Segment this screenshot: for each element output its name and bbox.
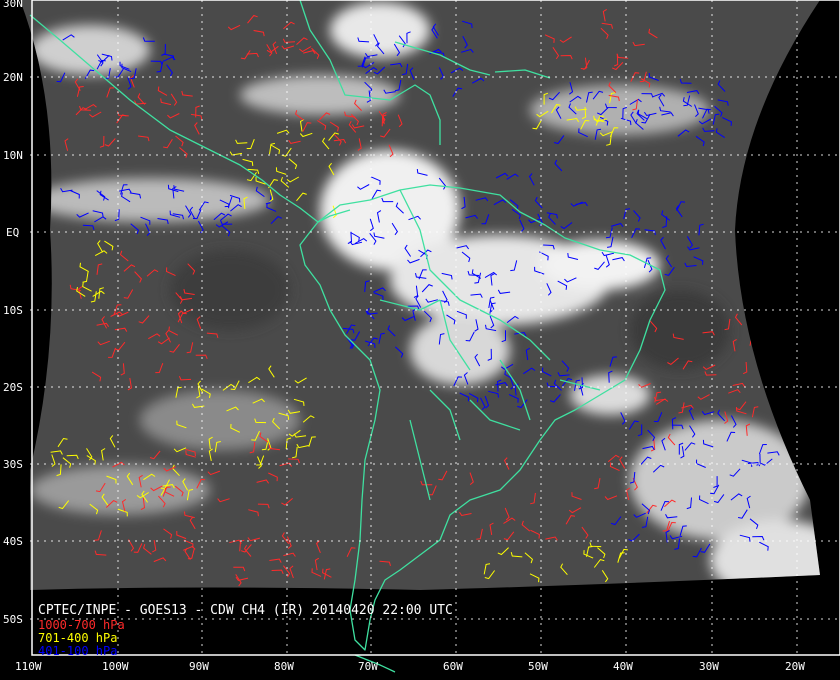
lat-label-20n: 20N xyxy=(3,71,23,84)
lat-label-10s: 10S xyxy=(3,304,23,317)
lon-label-40w: 40W xyxy=(613,660,633,673)
lat-label-50s: 50S xyxy=(3,613,23,626)
lon-label-100w: 100W xyxy=(102,660,129,673)
lon-label-20w: 20W xyxy=(785,660,805,673)
legend-item-mid-level: 701-400 hPa xyxy=(38,631,118,645)
lon-label-60w: 60W xyxy=(443,660,463,673)
lon-label-70w: 70W xyxy=(358,660,378,673)
lon-label-80w: 80W xyxy=(274,660,294,673)
lon-label-30w: 30W xyxy=(699,660,719,673)
satellite-image xyxy=(20,0,820,590)
lat-label-10n: 10N xyxy=(3,149,23,162)
lat-label-20s: 20S xyxy=(3,381,23,394)
lat-label-eq: EQ xyxy=(6,226,20,239)
lon-label-110w: 110W xyxy=(15,660,42,673)
lat-label-40s: 40S xyxy=(3,535,23,548)
lat-label-30n: 30N xyxy=(3,0,23,10)
legend-item-high-level: 401-100 hPa xyxy=(38,644,118,658)
legend-item-low-level: 1000-700 hPa xyxy=(38,618,125,632)
lon-label-90w: 90W xyxy=(189,660,209,673)
satellite-wind-map xyxy=(0,0,840,680)
lon-label-50w: 50W xyxy=(528,660,548,673)
map-title: CPTEC/INPE - GOES13 - CDW CH4 (IR) 20140… xyxy=(38,603,453,618)
lat-label-30s: 30S xyxy=(3,458,23,471)
